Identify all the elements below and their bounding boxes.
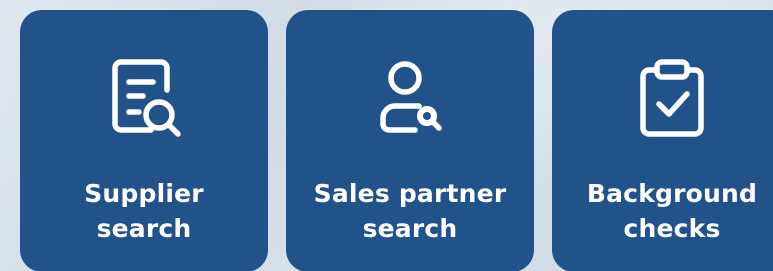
supplier-search-tile[interactable]: Supplier search	[20, 10, 268, 271]
user-search-icon	[365, 56, 455, 146]
document-search-icon	[99, 56, 189, 146]
background-checks-tile[interactable]: Background checks	[552, 10, 773, 271]
sales-partner-search-tile[interactable]: Sales partner search	[286, 10, 534, 271]
clipboard-check-icon	[627, 56, 717, 146]
background-checks-label: Background checks	[586, 179, 758, 243]
supplier-search-label: Supplier search	[84, 179, 204, 243]
sales-partner-search-label: Sales partner search	[313, 179, 507, 243]
